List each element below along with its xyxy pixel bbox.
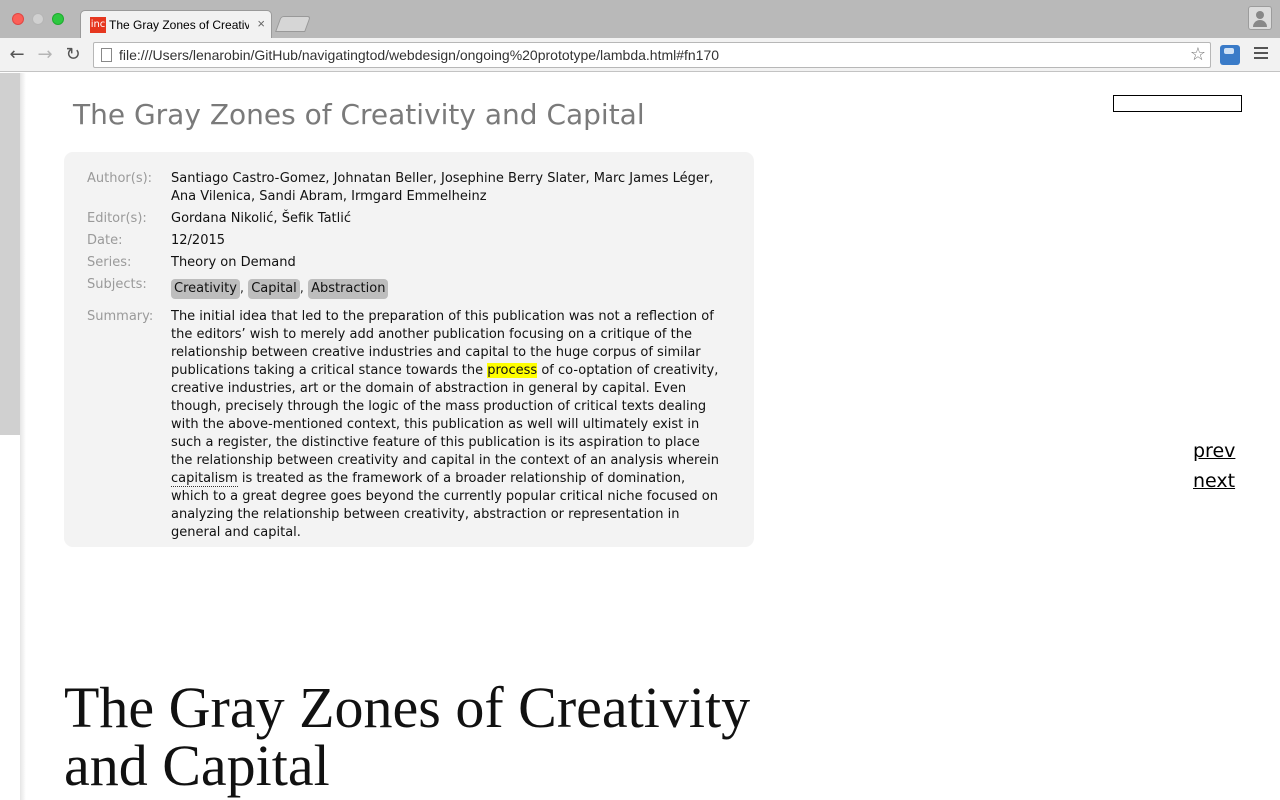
subject-tag[interactable]: Abstraction [308,279,389,299]
browser-menu-icon[interactable] [1254,47,1268,61]
main-heading: The Gray Zones of Creativity and Capital [64,675,751,798]
subjects-value: Creativity, Capital, Abstraction [171,279,723,299]
window-close-button[interactable] [12,13,24,25]
back-arrow-icon[interactable]: ← [6,44,28,66]
forward-arrow-icon[interactable]: → [34,44,56,66]
subject-tag[interactable]: Creativity [171,279,240,299]
summary-text: The initial idea that led to the prepara… [171,309,719,540]
address-bar[interactable]: file:///Users/lenarobin/GitHub/navigatin… [93,42,1211,68]
date-label: Date: [87,233,123,248]
browser-tab-active[interactable]: inc The Gray Zones of Creativity and Cap… [80,10,272,38]
new-tab-button[interactable] [275,16,311,32]
summary-label: Summary: [87,309,154,324]
browser-titlebar: inc The Gray Zones of Creativity and Cap… [0,0,1280,38]
tab-close-icon[interactable]: × [257,16,265,32]
date-value: 12/2015 [171,233,226,248]
sidebar-strip[interactable] [0,73,20,435]
address-bar-url[interactable]: file:///Users/lenarobin/GitHub/navigatin… [119,47,719,64]
footnote-link[interactable]: capitalism [171,471,238,487]
profile-avatar-icon[interactable] [1248,6,1272,30]
sidebar-shadow [20,73,26,800]
authors-label: Author(s): [87,171,153,186]
series-value: Theory on Demand [171,255,296,270]
editors-value: Gordana Nikolić, Šefik Tatlić [171,211,352,226]
subjects-label: Subjects: [87,277,147,292]
window-maximize-button[interactable] [52,13,64,25]
series-label: Series: [87,255,132,270]
authors-value: Santiago Castro-Gomez, Johnatan Beller, … [171,171,714,204]
page-document-icon [101,48,112,62]
search-input[interactable] [1113,95,1242,112]
next-link[interactable]: next [1193,470,1235,492]
page-title: The Gray Zones of Creativity and Capital [73,98,645,131]
prev-link[interactable]: prev [1193,440,1235,462]
subject-tag[interactable]: Capital [248,279,300,299]
extension-icon[interactable] [1220,45,1240,65]
site-favicon-icon: inc [90,17,106,33]
highlighted-term[interactable]: process [487,363,538,378]
window-minimize-button[interactable] [32,13,44,25]
page-viewport: The Gray Zones of Creativity and Capital… [0,73,1280,800]
tab-title: The Gray Zones of Creativity and Capital [109,18,249,32]
metadata-panel: Author(s): Santiago Castro-Gomez, Johnat… [64,152,754,547]
editors-label: Editor(s): [87,211,147,226]
browser-toolbar: ← → ↻ file:///Users/lenarobin/GitHub/nav… [0,38,1280,72]
reload-icon[interactable]: ↻ [62,44,84,66]
bookmark-star-icon[interactable]: ☆ [1190,45,1206,65]
